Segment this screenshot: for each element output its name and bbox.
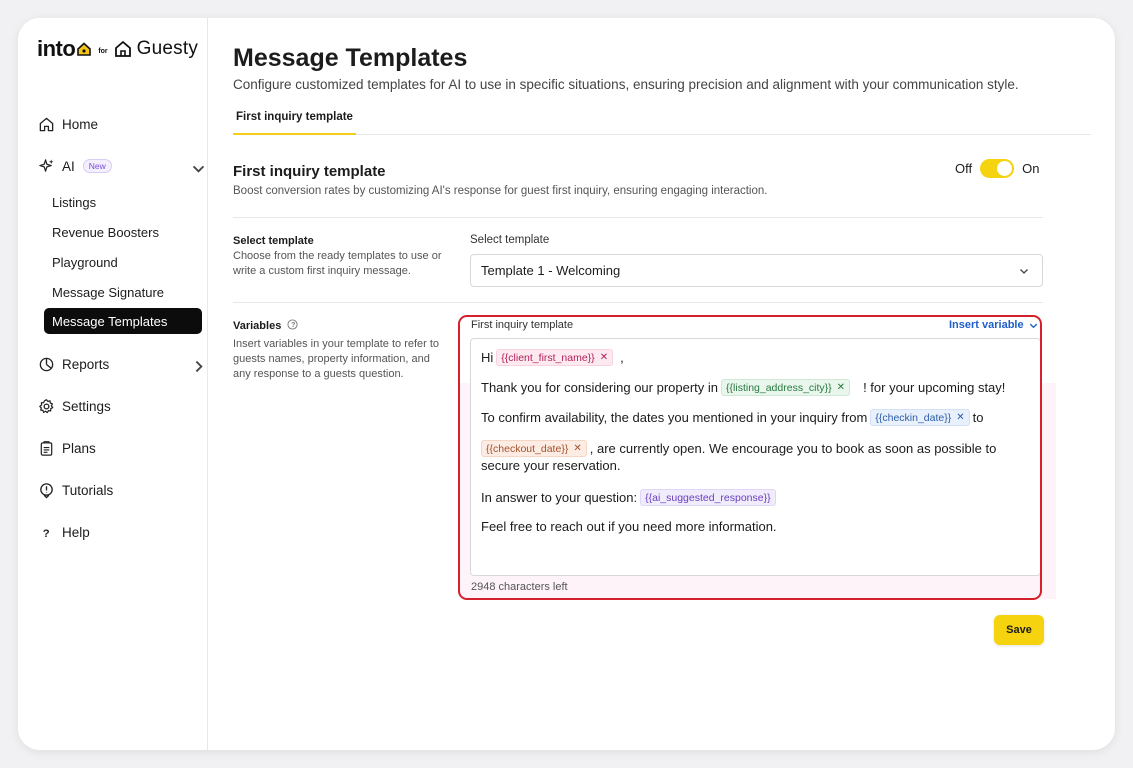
sidebar-item-label: Help bbox=[62, 524, 90, 540]
clipboard-icon bbox=[40, 440, 53, 456]
sidebar-item-label: Home bbox=[62, 116, 99, 132]
logo[interactable]: into for Guesty bbox=[37, 36, 198, 62]
sidebar-item-label: Plans bbox=[62, 440, 96, 456]
select-template-help: Choose from the ready templates to use o… bbox=[233, 250, 442, 277]
gear-icon bbox=[39, 398, 54, 413]
sidebar-item-label: Reports bbox=[62, 356, 110, 372]
sidebar-item-plans[interactable]: Plans bbox=[38, 436, 96, 460]
save-button[interactable]: Save bbox=[994, 615, 1044, 645]
sidebar-item-settings[interactable]: Settings bbox=[38, 394, 111, 418]
new-badge: New bbox=[82, 159, 112, 173]
sidebar-item-label: Tutorials bbox=[62, 482, 114, 498]
sidebar: into for Guesty Home AI New Listings Rev… bbox=[18, 18, 208, 750]
chevron-down-icon bbox=[1020, 269, 1028, 274]
sidebar-subitem-listings[interactable]: Listings bbox=[44, 189, 202, 215]
highlight-outline bbox=[458, 315, 1042, 600]
sidebar-subitem-message-signature[interactable]: Message Signature bbox=[44, 279, 202, 305]
svg-text:?: ? bbox=[43, 528, 50, 540]
home-icon bbox=[39, 117, 54, 131]
template-select-value: Template 1 - Welcoming bbox=[481, 263, 621, 278]
chevron-right-icon bbox=[195, 360, 203, 373]
sidebar-item-label: AI bbox=[62, 158, 75, 174]
divider bbox=[233, 302, 1043, 303]
sparkle-icon bbox=[39, 158, 54, 172]
question-icon: ? bbox=[43, 528, 50, 540]
select-template-heading: Select template bbox=[233, 235, 314, 247]
app-window: into for Guesty Home AI New Listings Rev… bbox=[18, 18, 1115, 750]
sidebar-item-help[interactable]: ? Help bbox=[38, 520, 90, 544]
logo-guesty: Guesty bbox=[136, 38, 199, 59]
lightbulb-icon bbox=[40, 482, 53, 499]
logo-house-icon bbox=[77, 42, 92, 56]
variables-heading: Variables ? bbox=[233, 319, 298, 332]
sidebar-subitem-message-templates[interactable]: Message Templates bbox=[44, 308, 202, 334]
svg-text:?: ? bbox=[292, 322, 296, 329]
page-subtitle: Configure customized templates for AI to… bbox=[233, 77, 1019, 92]
tab-first-inquiry-template[interactable]: First inquiry template bbox=[233, 111, 356, 135]
enable-toggle[interactable] bbox=[980, 159, 1015, 178]
divider bbox=[233, 217, 1043, 218]
page-title: Message Templates bbox=[233, 44, 468, 72]
sidebar-item-ai[interactable]: AI New bbox=[38, 154, 208, 178]
tab-bar: First inquiry template bbox=[233, 111, 1091, 135]
section-description: Boost conversion rates by customizing AI… bbox=[233, 185, 768, 197]
main-content: Message Templates Configure customized t… bbox=[209, 18, 1115, 750]
sidebar-item-label: Settings bbox=[62, 398, 111, 414]
enable-toggle-group: Off On bbox=[955, 159, 1039, 178]
template-select[interactable]: Template 1 - Welcoming bbox=[470, 254, 1043, 287]
chevron-down-icon bbox=[192, 165, 205, 173]
sidebar-subitem-playground[interactable]: Playground bbox=[44, 249, 202, 275]
sidebar-item-reports[interactable]: Reports bbox=[38, 352, 208, 376]
sidebar-subitem-revenue-boosters[interactable]: Revenue Boosters bbox=[44, 219, 202, 245]
section-title: First inquiry template bbox=[233, 163, 386, 180]
toggle-off-label: Off bbox=[955, 161, 973, 176]
logo-for: for bbox=[98, 47, 108, 55]
pie-chart-icon bbox=[39, 357, 54, 371]
logo-into: into bbox=[37, 36, 76, 61]
toggle-on-label: On bbox=[1022, 161, 1040, 176]
sidebar-item-tutorials[interactable]: Tutorials bbox=[38, 478, 113, 502]
variables-help: Insert variables in your template to ref… bbox=[233, 338, 440, 380]
sidebar-item-home[interactable]: Home bbox=[38, 112, 98, 136]
toggle-knob bbox=[997, 161, 1013, 176]
info-icon[interactable]: ? bbox=[287, 319, 298, 330]
select-template-field-label: Select template bbox=[470, 234, 550, 246]
guesty-house-icon bbox=[114, 40, 131, 57]
